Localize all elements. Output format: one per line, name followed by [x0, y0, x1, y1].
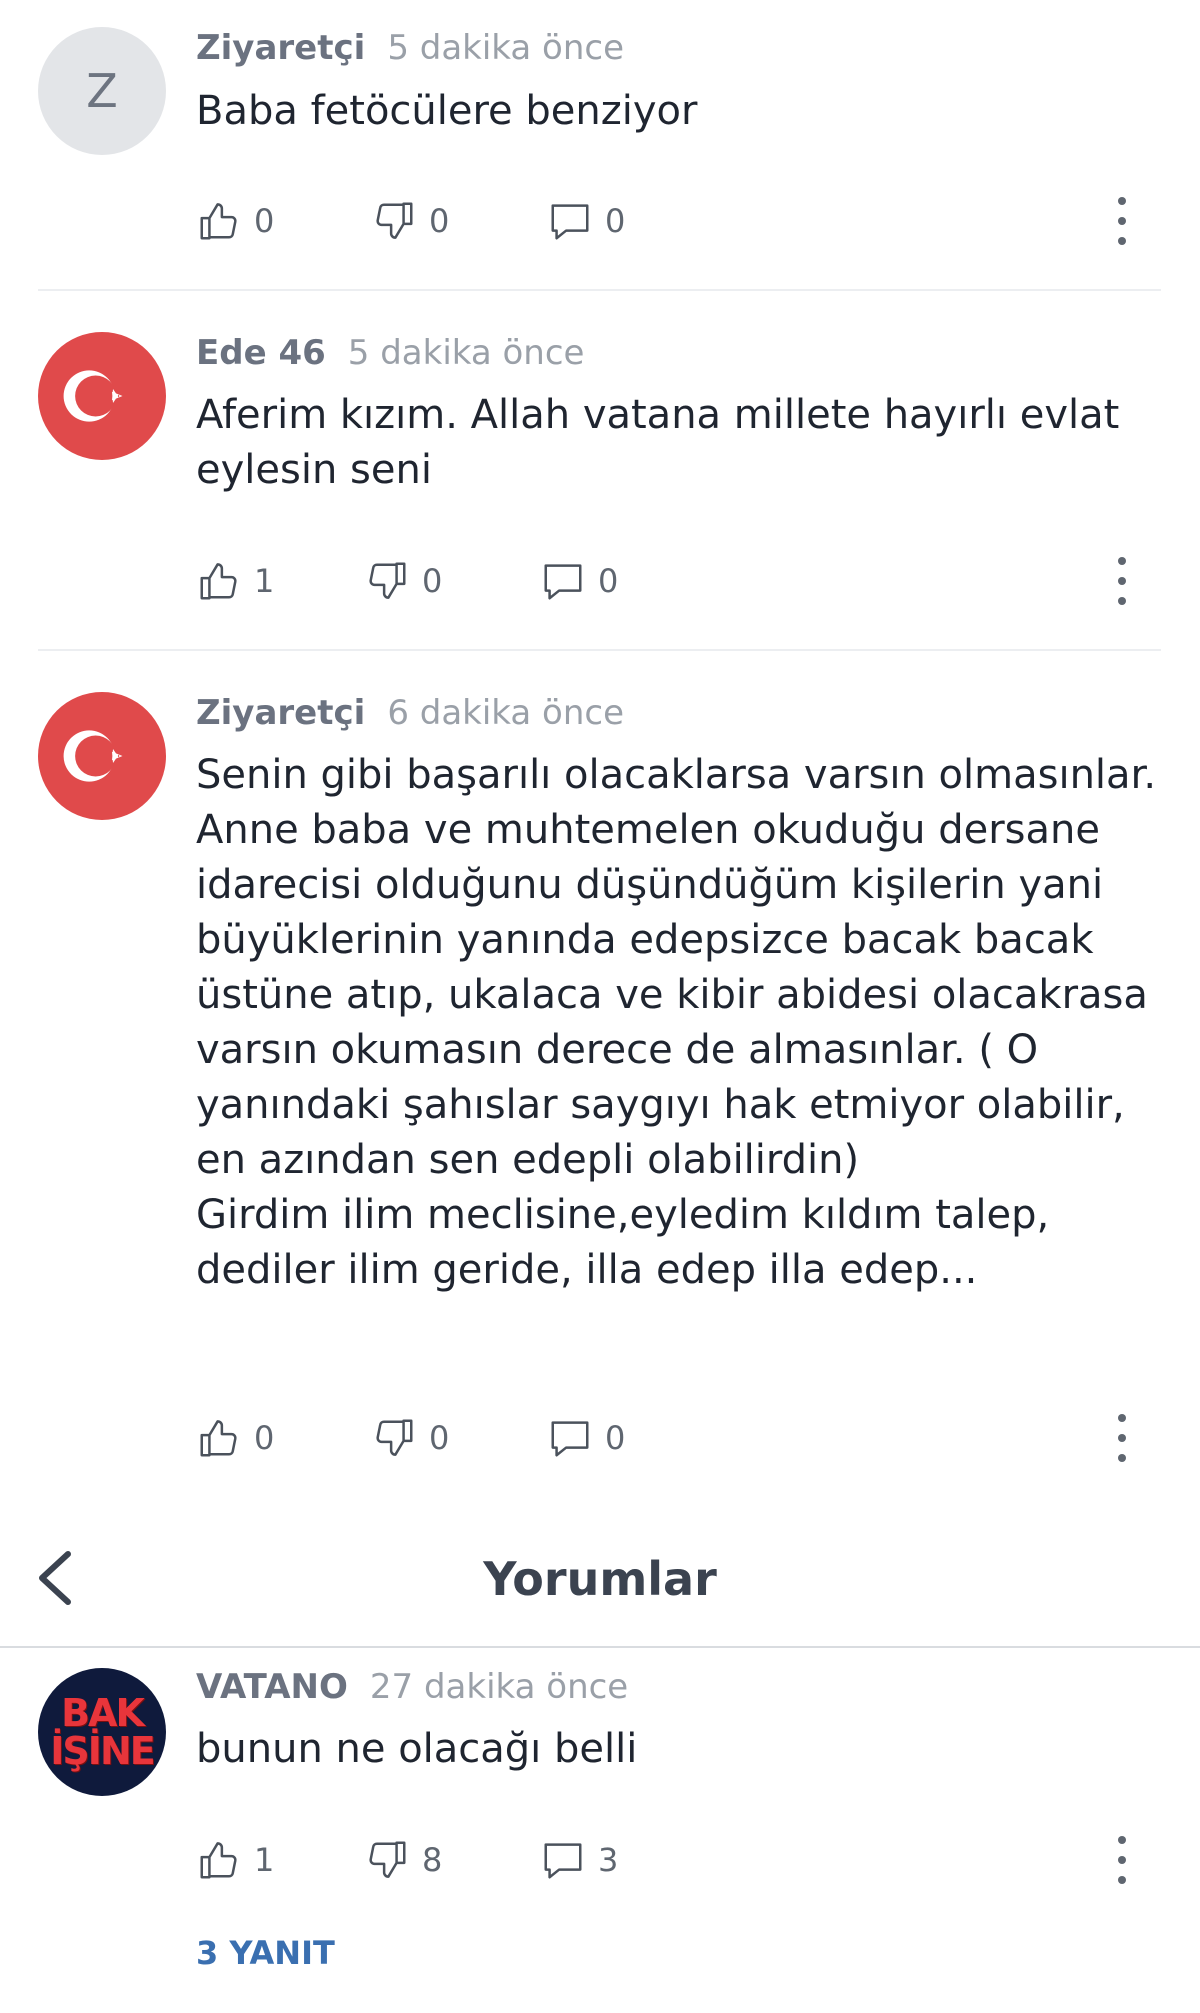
avatar[interactable]	[38, 332, 166, 460]
dislike-button[interactable]: 0	[364, 557, 442, 605]
more-dot	[1118, 1836, 1126, 1844]
comment-text: Aferim kızım. Allah vatana millete hayır…	[196, 388, 1171, 498]
turkish-flag-icon	[38, 332, 166, 460]
comment-meta: Ziyaretçi 6 dakika önce	[196, 693, 624, 733]
reply-count: 3	[598, 1841, 619, 1879]
like-button[interactable]: 1	[196, 557, 274, 605]
thumbs-up-icon	[196, 558, 242, 604]
dislike-button[interactable]: 0	[371, 197, 449, 245]
dislike-button[interactable]: 8	[364, 1836, 442, 1884]
reply-button[interactable]: 0	[540, 557, 618, 605]
more-dot	[1118, 577, 1126, 585]
avatar[interactable]	[38, 692, 166, 820]
reply-button[interactable]: 0	[547, 197, 625, 245]
comment-body: bunun ne olacağı belli	[196, 1726, 638, 1772]
thumbs-up-icon	[196, 1837, 242, 1883]
view-replies-link[interactable]: 3 YANIT	[196, 1934, 335, 1972]
avatar-logo-line1: BAK	[61, 1691, 145, 1735]
avatar[interactable]: Z	[38, 27, 166, 155]
thumbs-up-icon	[196, 198, 242, 244]
comment-bubble-icon	[547, 1415, 593, 1461]
like-count: 1	[254, 1841, 275, 1879]
comment-body: Aferim kızım. Allah vatana millete hayır…	[196, 392, 1120, 493]
page-title: Yorumlar	[483, 1552, 717, 1606]
dislike-button[interactable]: 0	[371, 1414, 449, 1462]
like-button[interactable]: 0	[196, 197, 274, 245]
comment-time: 5 dakika önce	[347, 333, 585, 373]
more-dot	[1118, 1414, 1126, 1422]
like-count: 0	[254, 202, 275, 240]
divider	[38, 649, 1161, 651]
reply-button[interactable]: 3	[540, 1836, 618, 1884]
comment-meta: Ede 46 5 dakika önce	[196, 333, 584, 373]
comment-author[interactable]: Ede 46	[196, 333, 326, 373]
comment-bubble-icon	[540, 558, 586, 604]
thumbs-down-icon	[364, 558, 410, 604]
dislike-count: 8	[422, 1841, 443, 1879]
more-dot	[1118, 1856, 1126, 1864]
more-dot	[1118, 1876, 1126, 1884]
comment-actions: 1 0 0	[196, 557, 1136, 605]
comment-time: 5 dakika önce	[387, 28, 625, 68]
more-dot	[1118, 557, 1126, 565]
comment-text: Baba fetöcülere benziyor	[196, 84, 1171, 139]
comment-meta: VATANO 27 dakika önce	[196, 1667, 628, 1707]
divider	[38, 289, 1161, 291]
comment-bubble-icon	[540, 1837, 586, 1883]
more-dot	[1118, 597, 1126, 605]
comment-body: Baba fetöcülere benziyor	[196, 88, 698, 134]
comment-text: bunun ne olacağı belli	[196, 1722, 1171, 1777]
comment-time: 6 dakika önce	[387, 693, 625, 733]
reply-count: 0	[605, 202, 626, 240]
more-dot	[1118, 1454, 1126, 1462]
comment-author[interactable]: Ziyaretçi	[196, 693, 365, 733]
like-count: 1	[254, 562, 275, 600]
more-vertical-icon[interactable]	[1108, 1414, 1136, 1462]
comment-author[interactable]: VATANO	[196, 1667, 348, 1707]
thumbs-down-icon	[371, 1415, 417, 1461]
thumbs-down-icon	[371, 198, 417, 244]
comment-meta: Ziyaretçi 5 dakika önce	[196, 28, 624, 68]
reply-button[interactable]: 0	[547, 1414, 625, 1462]
comment-author[interactable]: Ziyaretçi	[196, 28, 365, 68]
more-dot	[1118, 217, 1126, 225]
comment-text: Senin gibi başarılı olacaklarsa varsın o…	[196, 748, 1171, 1298]
more-vertical-icon[interactable]	[1108, 197, 1136, 245]
more-dot	[1118, 237, 1126, 245]
dislike-count: 0	[429, 202, 450, 240]
comment-actions: 0 0 0	[196, 1414, 1136, 1462]
more-dot	[1118, 197, 1126, 205]
header-divider	[0, 1646, 1200, 1648]
more-vertical-icon[interactable]	[1108, 1836, 1136, 1884]
avatar-letter: Z	[86, 64, 118, 118]
thumbs-up-icon	[196, 1415, 242, 1461]
turkish-flag-icon	[38, 692, 166, 820]
reply-count: 0	[598, 562, 619, 600]
comment-body-verse: Girdim ilim meclisine,eyledim kıldım tal…	[196, 1192, 1050, 1293]
comment-bubble-icon	[547, 198, 593, 244]
like-count: 0	[254, 1419, 275, 1457]
more-dot	[1118, 1434, 1126, 1442]
thumbs-down-icon	[364, 1837, 410, 1883]
comment-actions: 0 0 0	[196, 197, 1136, 245]
avatar-logo-line2: İŞİNE	[50, 1729, 155, 1773]
avatar[interactable]: BAK İŞİNE	[38, 1668, 166, 1796]
more-vertical-icon[interactable]	[1108, 557, 1136, 605]
comment-body: Senin gibi başarılı olacaklarsa varsın o…	[196, 752, 1157, 1183]
comments-header: Yorumlar	[0, 1512, 1200, 1648]
comment-time: 27 dakika önce	[369, 1667, 629, 1707]
like-button[interactable]: 1	[196, 1836, 274, 1884]
comment-actions: 1 8 3	[196, 1836, 1136, 1884]
dislike-count: 0	[422, 562, 443, 600]
like-button[interactable]: 0	[196, 1414, 274, 1462]
dislike-count: 0	[429, 1419, 450, 1457]
reply-count: 0	[605, 1419, 626, 1457]
